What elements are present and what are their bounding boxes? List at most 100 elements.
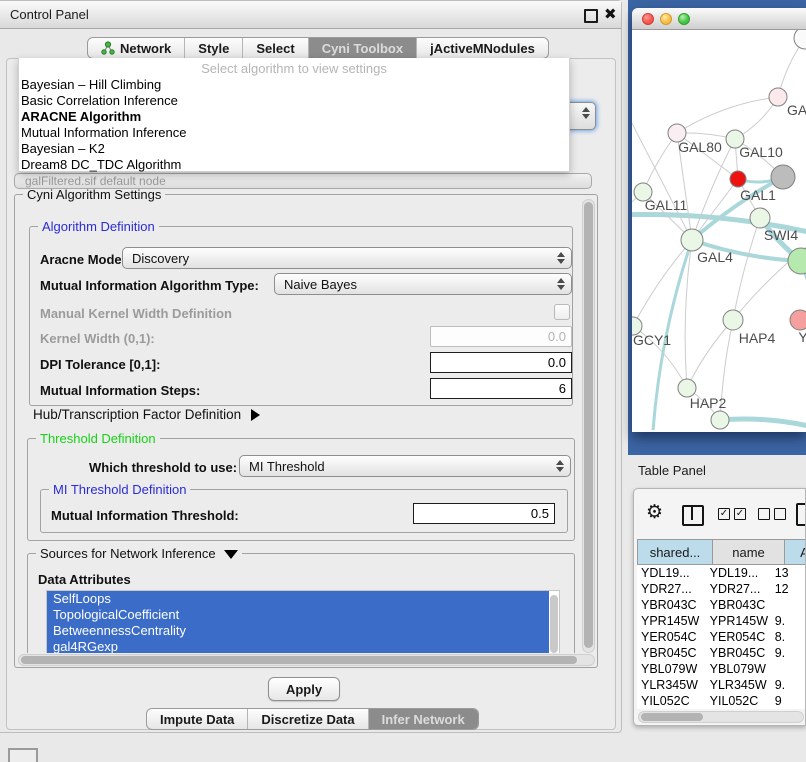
network-edge[interactable] (633, 240, 692, 326)
mi-type-combo[interactable]: Naive Bayes (274, 273, 572, 295)
apply-button-label: Apply (286, 682, 322, 697)
settings-vertical-thumb[interactable] (584, 202, 593, 648)
table-cell: 13 (771, 565, 806, 581)
docked-panel-icon[interactable] (8, 748, 38, 762)
network-node[interactable] (711, 411, 729, 429)
attribute-item-selected[interactable]: gal4RGexp (47, 639, 549, 653)
hub-definition-label: Hub/Transcription Factor Definition (33, 407, 241, 422)
settings-viewport: Algorithm Definition Aracne Mode: Discov… (17, 201, 583, 653)
algorithm-definition-title: Algorithm Definition (38, 219, 159, 234)
mi-threshold-value: 0.5 (531, 506, 549, 521)
close-icon[interactable]: ✖ (604, 5, 617, 23)
hub-definition-toggle[interactable]: Hub/Transcription Factor Definition (33, 407, 260, 422)
manual-kernel-checkbox[interactable] (554, 304, 570, 320)
dropdown-item[interactable]: Basic Correlation Inference (19, 93, 569, 109)
settings-vertical-scrollbar[interactable] (582, 199, 595, 653)
network-edge[interactable] (720, 419, 806, 428)
tab-network[interactable]: Network (88, 38, 185, 58)
table-horizontal-scrollbar[interactable] (638, 711, 804, 723)
table-row[interactable]: YDL19...YDL19...13 (637, 565, 806, 581)
network-window: GALGAL80GAL10GAL1GAL11SWI4GAL4GCY1HAP4YH… (632, 8, 806, 432)
node-label: HAP4 (739, 330, 776, 346)
table-horizontal-thumb[interactable] (641, 713, 703, 721)
inference-algorithm-combo-fragment[interactable] (568, 102, 596, 130)
table-row[interactable]: YER054CYER054C8. (637, 629, 806, 645)
node-label: GAL10 (739, 144, 783, 160)
tab-select[interactable]: Select (243, 38, 308, 58)
table-cell: YIL052C (706, 693, 771, 709)
network-node[interactable] (794, 30, 806, 49)
network-node-swi4[interactable] (750, 208, 770, 228)
kernel-width-field[interactable]: 0.0 (430, 326, 572, 347)
network-edge[interactable] (677, 97, 778, 133)
close-traffic-light-icon[interactable] (642, 13, 654, 25)
dpi-tolerance-field[interactable]: 0.0 (430, 352, 572, 373)
table-row[interactable]: YDR27...YDR27...12 (637, 581, 806, 597)
export-table-icon[interactable] (796, 503, 806, 526)
tab-jactivemnodules[interactable]: jActiveMNodules (417, 38, 548, 58)
aracne-mode-combo[interactable]: Discovery (122, 247, 572, 269)
dpi-tolerance-value: 0.0 (548, 355, 566, 370)
column-header[interactable]: shared... (637, 539, 713, 565)
gear-icon[interactable]: ⚙ (646, 503, 663, 522)
checked-box-icon[interactable]: ✓ (734, 508, 746, 520)
attribute-item-selected[interactable]: TopologicalCoefficient (47, 607, 549, 623)
network-node-hap4[interactable] (723, 310, 743, 330)
dropdown-item[interactable]: Bayesian – K2 (19, 141, 569, 157)
mi-threshold-field[interactable]: 0.5 (413, 503, 555, 524)
cyni-settings-group: Cyni Algorithm Settings Algorithm Defini… (14, 194, 598, 668)
settings-horizontal-scrollbar[interactable] (18, 654, 595, 666)
table-row[interactable]: YBR045CYBR045C9. (637, 645, 806, 661)
network-edge[interactable] (632, 100, 692, 240)
columns-icon[interactable] (682, 505, 704, 526)
minimize-traffic-light-icon[interactable] (660, 13, 672, 25)
node-label: Y (798, 329, 806, 345)
data-attributes-list[interactable]: SelfLoopsTopologicalCoefficientBetweenne… (46, 590, 560, 653)
attribute-item-selected[interactable]: BetweennessCentrality (47, 623, 549, 639)
network-window-titlebar[interactable] (632, 8, 806, 30)
attribute-item-selected[interactable]: SelfLoops (47, 591, 549, 607)
network-edge[interactable] (687, 320, 733, 388)
network-canvas[interactable]: GALGAL80GAL10GAL1GAL11SWI4GAL4GCY1HAP4YH… (632, 30, 806, 430)
table-panel-window: ⚙ ✓ ✓ shared...nameA YDL19...YDL19...13Y… (633, 488, 806, 726)
tab-discretize-data[interactable]: Discretize Data (248, 709, 368, 729)
tab-infer-network[interactable]: Infer Network (369, 709, 478, 729)
checked-box-icon[interactable]: ✓ (718, 508, 730, 520)
network-node-y[interactable] (790, 310, 806, 330)
unchecked-box-icon[interactable] (774, 508, 786, 520)
column-header[interactable]: name (713, 539, 785, 565)
network-node[interactable] (771, 165, 795, 189)
table-row[interactable]: YIL052CYIL052C9 (637, 693, 806, 709)
network-node-gal1[interactable] (730, 171, 746, 187)
table-row[interactable]: YLR345WYLR345W9. (637, 677, 806, 693)
network-node-gal4[interactable] (681, 229, 703, 251)
data-attributes-label: Data Attributes (38, 572, 131, 587)
tab-impute-data[interactable]: Impute Data (147, 709, 248, 729)
network-graph[interactable]: GALGAL80GAL10GAL1GAL11SWI4GAL4GCY1HAP4YH… (632, 30, 806, 430)
sources-group-title[interactable]: Sources for Network Inference (36, 546, 242, 561)
float-window-icon[interactable] (584, 9, 598, 23)
unchecked-box-icon[interactable] (758, 508, 770, 520)
sources-title-text: Sources for Network Inference (40, 546, 216, 561)
tab-style[interactable]: Style (185, 38, 243, 58)
network-edge[interactable] (733, 235, 806, 320)
dropdown-item[interactable]: Dream8 DC_TDC Algorithm (19, 157, 569, 173)
network-combo-sliver[interactable]: galFiltered.sif default node (14, 173, 592, 189)
zoom-traffic-light-icon[interactable] (678, 13, 690, 25)
column-header[interactable]: A (785, 539, 806, 565)
dropdown-item[interactable]: Bayesian – Hill Climbing (19, 77, 569, 93)
settings-horizontal-thumb[interactable] (21, 656, 577, 664)
dropdown-item[interactable]: Mutual Information Inference (19, 125, 569, 141)
which-threshold-combo[interactable]: MI Threshold (239, 455, 571, 477)
table-row[interactable]: YBR043CYBR043C (637, 597, 806, 613)
mi-steps-field[interactable]: 6 (430, 378, 572, 399)
network-node-gal[interactable] (769, 88, 787, 106)
attributes-scrollbar[interactable] (550, 595, 558, 653)
apply-button[interactable]: Apply (268, 677, 340, 701)
table-row[interactable]: YBL079WYBL079W (637, 661, 806, 677)
dropdown-item[interactable]: ARACNE Algorithm (19, 109, 569, 125)
table-row[interactable]: YPR145WYPR145W9. (637, 613, 806, 629)
tab-cyni-toolbox[interactable]: Cyni Toolbox (309, 38, 417, 58)
node-label: GAL11 (645, 197, 688, 213)
network-edge[interactable] (643, 133, 677, 192)
